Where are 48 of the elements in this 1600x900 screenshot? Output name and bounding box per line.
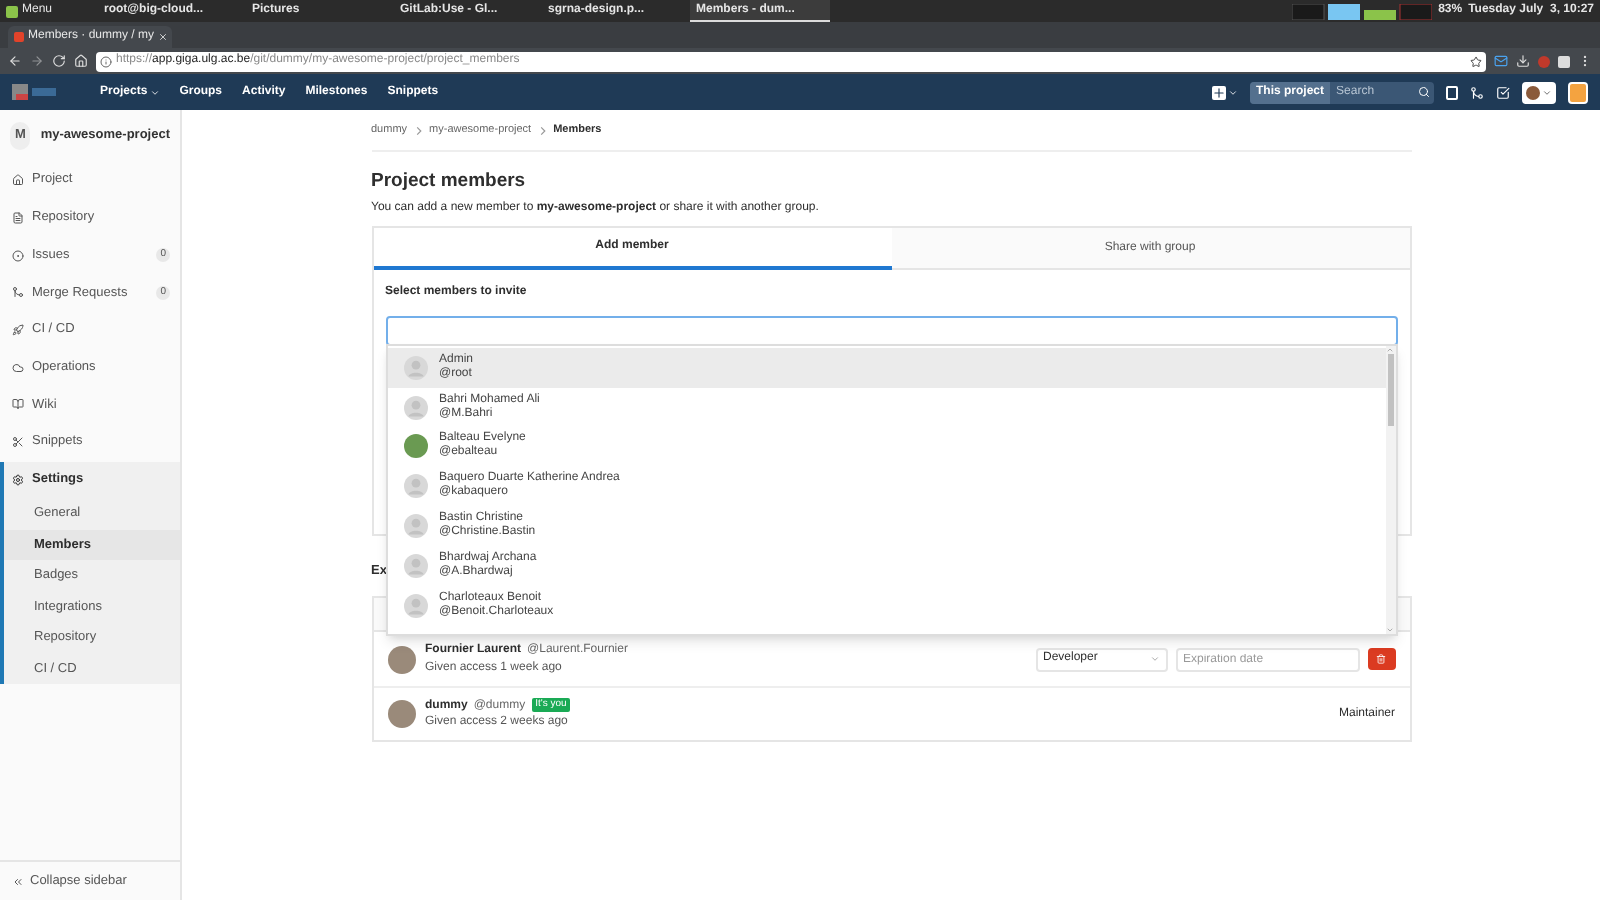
member-avatar-placeholder: [387, 700, 415, 728]
chevron-right-icon: [539, 125, 546, 135]
double-chevron-icon: [12, 875, 24, 887]
fox-logo-icon: [14, 32, 24, 42]
trash-icon: [1376, 654, 1386, 664]
info-icon: [100, 55, 112, 67]
document-icon: [12, 212, 24, 225]
avatar-silhouette-icon: [403, 355, 427, 380]
member-avatar-placeholder: [387, 645, 415, 673]
back-icon[interactable]: [8, 54, 22, 68]
reload-icon[interactable]: [52, 54, 66, 68]
caret-icon: [1228, 87, 1238, 97]
avatar-silhouette-icon: [403, 474, 427, 499]
home-icon: [12, 174, 24, 187]
settings-icon: [12, 473, 24, 486]
merge-icon: [12, 286, 24, 299]
issues-icon: [12, 249, 24, 262]
browser-menu-icon[interactable]: [1578, 54, 1592, 68]
bookmark-star-icon[interactable]: [1470, 55, 1482, 67]
site-logo-icon[interactable]: [12, 82, 60, 102]
extension-icon[interactable]: [1558, 55, 1570, 67]
avatar-silhouette-icon: [403, 514, 427, 539]
search-icon: [1418, 86, 1430, 98]
page-title: Project members: [371, 170, 528, 194]
avatar-silhouette-icon: [403, 553, 427, 578]
scissors-icon: [12, 436, 24, 449]
chevron-right-icon: [415, 125, 422, 135]
home-icon[interactable]: [74, 54, 88, 68]
book-icon: [12, 398, 24, 411]
menu-logo-icon: [6, 5, 18, 17]
new-item-icon[interactable]: [1212, 85, 1226, 99]
download-icon[interactable]: [1516, 54, 1530, 68]
todos-icon[interactable]: [1496, 85, 1510, 99]
rocket-icon: [12, 324, 24, 337]
delete-button[interactable]: [1367, 648, 1395, 670]
scrollbar-thumb[interactable]: [1387, 354, 1393, 426]
cloud-icon: [12, 361, 24, 374]
caret-icon: [1149, 654, 1159, 664]
avatar-silhouette-icon: [403, 395, 427, 420]
caret-icon: [1542, 87, 1552, 97]
user-menu-button[interactable]: [1522, 81, 1556, 103]
avatar-photo-placeholder: [403, 434, 427, 459]
user-avatar-placeholder: [1526, 85, 1540, 99]
avatar-silhouette-icon: [403, 593, 427, 618]
system-monitor-graph-drawing: [1292, 3, 1433, 19]
merge-requests-icon[interactable]: [1470, 85, 1484, 99]
issues-icon[interactable]: [1446, 85, 1458, 99]
mail-extension-icon[interactable]: [1494, 54, 1508, 68]
